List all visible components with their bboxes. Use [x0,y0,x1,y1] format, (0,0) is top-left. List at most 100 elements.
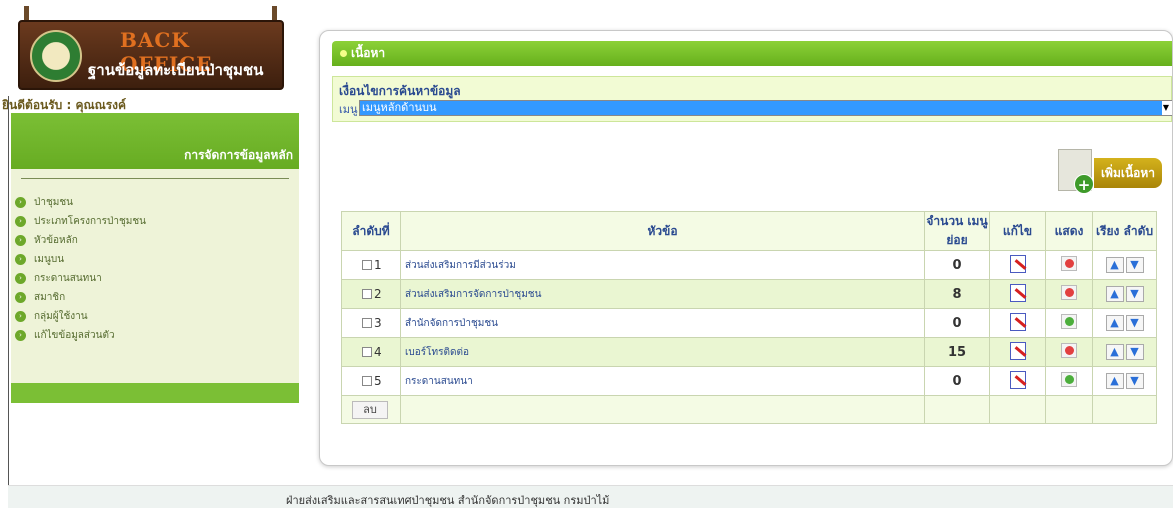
sidebar-footer-bar [11,383,299,403]
menu-filter-value: เมนูหลักด้านบน [360,101,1162,115]
row-number: 5 [374,374,382,388]
move-down-icon[interactable]: ▼ [1125,315,1144,331]
delete-cell: ลบ [341,395,401,424]
row-edit-cell [989,279,1046,309]
row-show-cell [1045,279,1093,309]
empty-cell [924,395,990,424]
sidebar-item-community-forest[interactable]: › ป่าชุมชน [11,193,299,212]
add-content-label: เพิ่มเนื้อหา [1094,158,1162,188]
row-submenu-count: 8 [924,279,990,309]
sidebar-item-webboard[interactable]: › กระดานสนทนา [11,269,299,288]
row-number-cell: 5 [341,366,401,396]
status-hidden-icon[interactable] [1061,285,1077,300]
edit-pencil-icon[interactable] [1009,312,1026,331]
row-show-cell [1045,366,1093,396]
sidebar-item-main-topics[interactable]: › หัวข้อหลัก [11,231,299,250]
row-edit-cell [989,366,1046,396]
row-number-cell: 2 [341,279,401,309]
sidebar-item-label: ประเภทโครงการป่าชุมชน [34,216,147,227]
col-header-edit: แก้ไข [989,211,1046,251]
status-hidden-icon[interactable] [1061,256,1077,271]
row-number: 1 [374,258,382,272]
move-down-icon[interactable]: ▼ [1125,373,1144,389]
arrow-bullet-icon: › [15,235,26,246]
section-title: เนื้อหา [351,46,386,60]
sidebar-item-label: แก้ไขข้อมูลส่วนตัว [34,330,115,341]
sidebar: การจัดการข้อมูลหลัก › ป่าชุมชน › ประเภทโคร… [11,113,299,403]
col-header-show: แสดง [1045,211,1093,251]
row-title: ส่วนส่งเสริมการจัดการป่าชุมชน [400,279,925,309]
logo-subtitle: ฐานข้อมูลทะเบียนป่าชุมชน [88,61,264,79]
row-checkbox[interactable] [362,260,372,270]
status-visible-icon[interactable] [1061,372,1077,387]
page-footer: ฝ่ายส่งเสริมและสารสนเทศป่าชุมชน สำนักจัด… [8,485,1173,508]
add-content-button[interactable]: เพิ่มเนื้อหา + [1052,149,1162,197]
row-title: เบอร์โทรติดต่อ [400,337,925,367]
footer-text: ฝ่ายส่งเสริมและสารสนเทศป่าชุมชน สำนักจัด… [286,494,610,507]
sidebar-item-project-type[interactable]: › ประเภทโครงการป่าชุมชน [11,212,299,231]
move-up-icon[interactable]: ▲ [1105,344,1124,360]
sidebar-header: การจัดการข้อมูลหลัก [11,113,299,169]
row-title: กระดานสนทนา [400,366,925,396]
edit-pencil-icon[interactable] [1009,341,1026,360]
sidebar-divider [21,178,289,179]
row-checkbox[interactable] [362,289,372,299]
edit-pencil-icon[interactable] [1009,283,1026,302]
row-submenu-count: 0 [924,250,990,280]
menu-filter-select[interactable]: เมนูหลักด้านบน ▼ [359,100,1172,116]
bullet-dot-icon [340,50,347,57]
arrow-bullet-icon: › [15,197,26,208]
move-up-icon[interactable]: ▲ [1105,286,1124,302]
table-row: 2 ส่วนส่งเสริมการจัดการป่าชุมชน 8 ▲ ▼ [341,279,1157,309]
sidebar-item-top-menu[interactable]: › เมนูบน [11,250,299,269]
move-down-icon[interactable]: ▼ [1125,344,1144,360]
move-up-icon[interactable]: ▲ [1105,315,1124,331]
row-order-cell: ▲ ▼ [1092,337,1157,367]
delete-button[interactable]: ลบ [352,400,388,419]
arrow-bullet-icon: › [15,311,26,322]
edit-pencil-icon[interactable] [1009,254,1026,273]
sidebar-item-members[interactable]: › สมาชิก [11,288,299,307]
move-up-icon[interactable]: ▲ [1105,373,1124,389]
status-hidden-icon[interactable] [1061,343,1077,358]
forest-department-seal-icon [30,30,82,82]
row-number-cell: 1 [341,250,401,280]
dropdown-arrow-icon[interactable]: ▼ [1160,101,1172,115]
sidebar-item-label: กระดานสนทนา [34,273,102,284]
sidebar-item-label: ป่าชุมชน [34,197,73,208]
table-row: 1 ส่วนส่งเสริมการมีส่วนร่วม 0 ▲ ▼ [341,250,1157,280]
col-header-title: หัวข้อ [400,211,925,251]
table-footer-row: ลบ [341,395,1157,424]
row-checkbox[interactable] [362,376,372,386]
col-header-no: ลำดับที่ [341,211,401,251]
row-number-cell: 4 [341,337,401,367]
row-checkbox[interactable] [362,318,372,328]
row-submenu-count: 15 [924,337,990,367]
row-show-cell [1045,250,1093,280]
edit-pencil-icon[interactable] [1009,370,1026,389]
empty-cell [1045,395,1093,424]
content-table: ลำดับที่ หัวข้อ จำนวน เมนูย่อย แก้ไข แสด… [341,211,1157,424]
sidebar-item-label: เมนูบน [34,254,65,265]
move-up-icon[interactable]: ▲ [1105,257,1124,273]
empty-cell [989,395,1046,424]
logo: BACK OFFICE ฐานข้อมูลทะเบียนป่าชุมชน [18,6,284,90]
row-number: 3 [374,316,382,330]
move-down-icon[interactable]: ▼ [1125,286,1144,302]
logo-board: BACK OFFICE ฐานข้อมูลทะเบียนป่าชุมชน [18,20,284,90]
move-down-icon[interactable]: ▼ [1125,257,1144,273]
row-checkbox[interactable] [362,347,372,357]
row-edit-cell [989,250,1046,280]
sidebar-item-label: หัวข้อหลัก [34,235,78,246]
row-show-cell [1045,337,1093,367]
col-header-count: จำนวน เมนูย่อย [924,211,990,251]
sidebar-item-user-groups[interactable]: › กลุ่มผู้ใช้งาน [11,307,299,326]
search-conditions: เงื่อนไขการค้นหาข้อมูล เมนู : เมนูหลักด้… [332,76,1172,122]
sidebar-item-edit-profile[interactable]: › แก้ไขข้อมูลส่วนตัว [11,326,299,345]
arrow-bullet-icon: › [15,273,26,284]
row-number-cell: 3 [341,308,401,338]
row-order-cell: ▲ ▼ [1092,366,1157,396]
row-submenu-count: 0 [924,308,990,338]
arrow-bullet-icon: › [15,292,26,303]
status-visible-icon[interactable] [1061,314,1077,329]
